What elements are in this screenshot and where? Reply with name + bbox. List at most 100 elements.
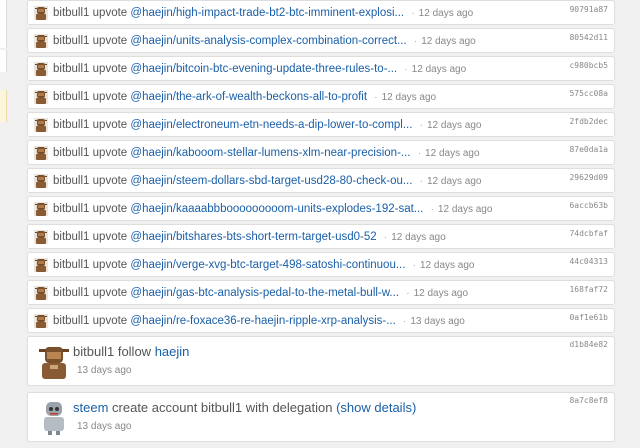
actor-name: bitbull1	[53, 91, 90, 103]
action-verb: upvote	[92, 315, 128, 327]
robot-avatar-icon[interactable]	[36, 399, 72, 435]
transaction-hash[interactable]: 8a7c8ef8	[569, 396, 608, 405]
actor-name: bitbull1	[53, 119, 90, 131]
bitbull-avatar-icon[interactable]	[36, 343, 72, 379]
bitbull-avatar-icon[interactable]	[34, 174, 48, 188]
post-link[interactable]: @haejin/kabooom-stellar-lumens-xlm-near-…	[130, 147, 410, 159]
timestamp: 12 days ago	[421, 36, 476, 47]
follow-entry: bitbull1 follow haejin 13 days ago d1b84…	[27, 336, 615, 386]
bitbull-avatar-icon[interactable]	[34, 286, 48, 300]
timestamp: 12 days ago	[427, 176, 482, 187]
timestamp: 12 days ago	[411, 64, 467, 75]
post-link[interactable]: @haejin/the-ark-of-wealth-beckons-all-to…	[130, 91, 367, 103]
bitbull-avatar-icon[interactable]	[34, 314, 48, 328]
bitbull-avatar-icon[interactable]	[34, 34, 48, 48]
action-verb: upvote	[92, 7, 128, 19]
activity-row: bitbull1 upvote @haejin/verge-xvg-btc-ta…	[27, 252, 615, 277]
post-link[interactable]: @haejin/bitcoin-btc-evening-update-three…	[130, 63, 397, 75]
actor-name: bitbull1	[53, 35, 90, 47]
transaction-hash[interactable]: 90791a87	[569, 5, 608, 14]
create-account-entry: steem create account bitbull1 with deleg…	[27, 392, 615, 442]
bitbull-avatar-icon[interactable]	[34, 62, 48, 76]
activity-row: bitbull1 upvote @haejin/kaaaabbboooooooo…	[27, 196, 615, 221]
activity-row: bitbull1 upvote @haejin/steem-dollars-sb…	[27, 168, 615, 193]
actor-name: bitbull1	[73, 344, 115, 359]
transaction-hash[interactable]: 575cc08a	[569, 89, 608, 98]
activity-text: bitbull1 upvote @haejin/gas-btc-analysis…	[53, 286, 468, 301]
separator-dot: ·	[411, 8, 415, 19]
sidebar-fragment	[0, 50, 7, 72]
transaction-hash[interactable]: 74dcbfaf	[569, 229, 608, 238]
actor-name: bitbull1	[53, 63, 90, 75]
actor-name: bitbull1	[53, 259, 90, 271]
post-link[interactable]: @haejin/verge-xvg-btc-target-498-satoshi…	[130, 259, 405, 271]
separator-dot: ·	[419, 176, 423, 187]
transaction-hash[interactable]: 29629d09	[569, 173, 608, 182]
action-verb: follow	[117, 344, 152, 359]
transaction-hash[interactable]: d1b84e82	[569, 340, 608, 349]
activity-text: bitbull1 upvote @haejin/kaaaabbboooooooo…	[53, 202, 492, 217]
activity-text: bitbull1 upvote @haejin/bitcoin-btc-even…	[53, 62, 466, 77]
action-verb: upvote	[92, 231, 128, 243]
activity-row: bitbull1 upvote @haejin/kabooom-stellar-…	[27, 140, 615, 165]
separator-dot: ·	[403, 316, 407, 327]
show-details-link[interactable]: (show details)	[336, 400, 416, 415]
activity-text: bitbull1 upvote @haejin/re-foxace36-re-h…	[53, 314, 465, 329]
timestamp: 12 days ago	[437, 204, 493, 215]
bitbull-avatar-icon[interactable]	[34, 258, 48, 272]
post-link[interactable]: @haejin/high-impact-trade-bt2-btc-immine…	[130, 7, 404, 19]
timestamp: 12 days ago	[427, 120, 482, 131]
actor-name: bitbull1	[53, 315, 90, 327]
action-verb: upvote	[92, 175, 128, 187]
transaction-hash[interactable]: 44c04313	[569, 257, 608, 266]
sidebar-fragment-highlight	[0, 90, 7, 122]
activity-text: bitbull1 upvote @haejin/kabooom-stellar-…	[53, 146, 480, 161]
post-link[interactable]: @haejin/gas-btc-analysis-pedal-to-the-me…	[130, 287, 399, 299]
separator-dot: ·	[383, 232, 388, 243]
action-verb: upvote	[92, 63, 128, 75]
transaction-hash[interactable]: 80542d11	[569, 33, 608, 42]
transaction-hash[interactable]: 2fdb2dec	[569, 117, 608, 126]
action-text: create account bitbull1 with delegation	[112, 400, 333, 415]
post-link[interactable]: @haejin/bitshares-bts-short-term-target-…	[130, 231, 376, 243]
bitbull-avatar-icon[interactable]	[34, 90, 48, 104]
transaction-hash[interactable]: 87e0da1a	[569, 145, 608, 154]
sidebar-fragment	[0, 0, 7, 48]
bitbull-avatar-icon[interactable]	[34, 146, 48, 160]
action-verb: upvote	[92, 119, 128, 131]
post-link[interactable]: @haejin/re-foxace36-re-haejin-ripple-xrp…	[130, 315, 395, 327]
transaction-hash[interactable]: c980bcb5	[569, 61, 608, 70]
separator-dot: ·	[413, 36, 418, 47]
bitbull-avatar-icon[interactable]	[34, 6, 48, 20]
activity-text: steem create account bitbull1 with deleg…	[73, 400, 416, 416]
bitbull-avatar-icon[interactable]	[34, 202, 48, 216]
activity-row: bitbull1 upvote @haejin/electroneum-etn-…	[27, 112, 615, 137]
timestamp: 12 days ago	[413, 288, 469, 299]
separator-dot: ·	[417, 148, 422, 159]
activity-row: bitbull1 upvote @haejin/units-analysis-c…	[27, 28, 615, 53]
actor-link[interactable]: steem	[73, 400, 108, 415]
actor-name: bitbull1	[53, 287, 90, 299]
action-verb: upvote	[92, 203, 128, 215]
transaction-hash[interactable]: 6accb63b	[569, 201, 608, 210]
bitbull-avatar-icon[interactable]	[34, 230, 48, 244]
post-link[interactable]: @haejin/electroneum-etn-needs-a-dip-lowe…	[130, 119, 412, 131]
action-verb: upvote	[92, 147, 128, 159]
followed-user-link[interactable]: haejin	[155, 344, 190, 359]
timestamp: 13 days ago	[410, 316, 465, 327]
post-link[interactable]: @haejin/kaaaabbbooooooooom-units-explode…	[130, 203, 423, 215]
bitbull-avatar-icon[interactable]	[34, 118, 48, 132]
timestamp: 13 days ago	[77, 421, 132, 432]
action-verb: upvote	[92, 259, 128, 271]
activity-row: bitbull1 upvote @haejin/bitshares-bts-sh…	[27, 224, 615, 249]
timestamp: 12 days ago	[391, 232, 446, 243]
post-link[interactable]: @haejin/steem-dollars-sbd-target-usd28-8…	[130, 175, 412, 187]
activity-text: bitbull1 upvote @haejin/steem-dollars-sb…	[53, 174, 482, 189]
timestamp: 12 days ago	[418, 8, 474, 19]
separator-dot: ·	[406, 288, 410, 299]
transaction-hash[interactable]: 0af1e61b	[569, 313, 608, 322]
transaction-hash[interactable]: 168faf72	[569, 285, 608, 294]
action-verb: upvote	[92, 287, 128, 299]
post-link[interactable]: @haejin/units-analysis-complex-combinati…	[130, 35, 406, 47]
activity-text: bitbull1 upvote @haejin/the-ark-of-wealt…	[53, 90, 436, 105]
